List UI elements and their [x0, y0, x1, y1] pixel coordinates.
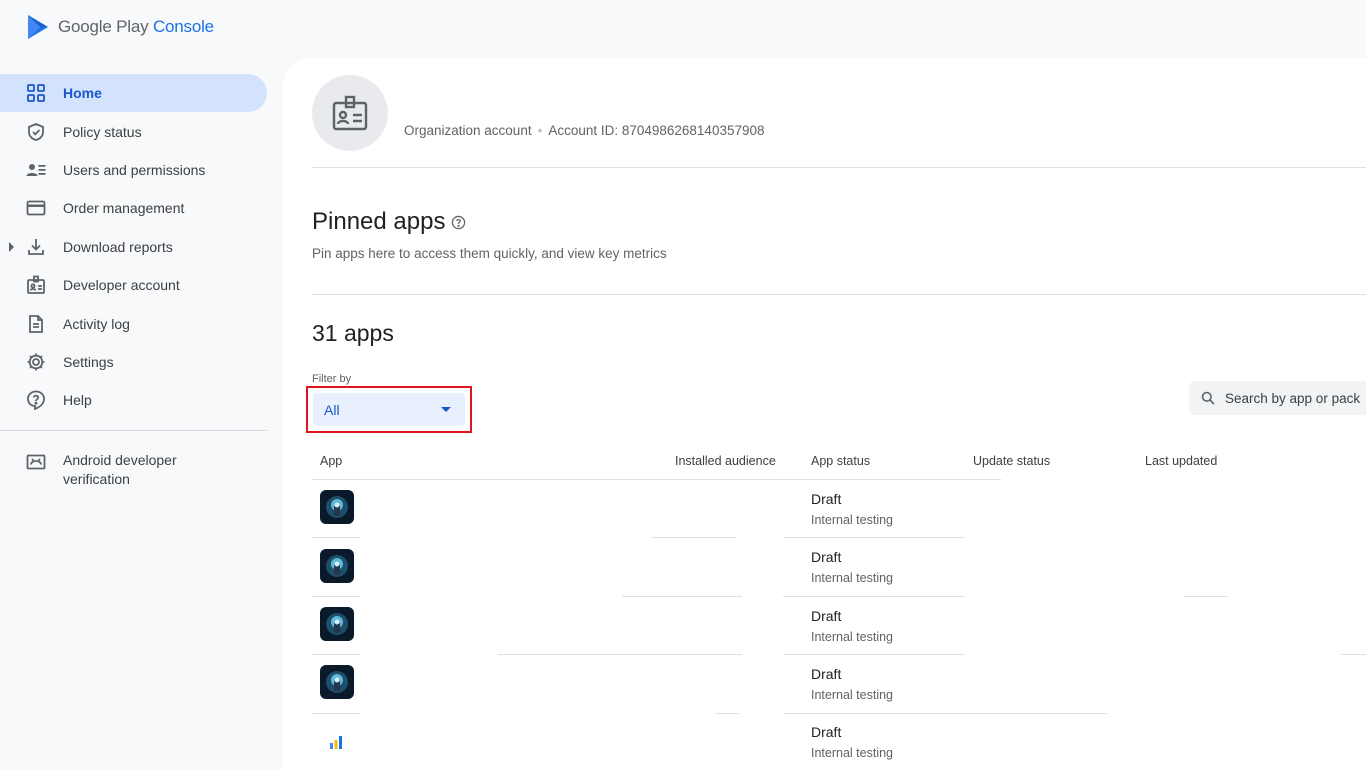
- dark-app-icon: [320, 607, 354, 641]
- sidebar-item-label: Developer account: [63, 277, 180, 294]
- shield-icon: [25, 121, 47, 143]
- bar-chart-app-icon: [320, 724, 354, 758]
- divider: [312, 294, 1366, 295]
- sidebar-item-download-reports[interactable]: Download reports: [0, 228, 267, 266]
- account-info: Organization account • Account ID: 8704986…: [404, 123, 765, 138]
- sidebar-divider: [0, 429, 267, 431]
- table-divider: [312, 537, 360, 538]
- download-icon: [25, 236, 47, 258]
- sidebar-item-label: Policy status: [63, 123, 142, 140]
- play-logo-icon: [28, 15, 48, 39]
- sidebar: Home Policy status Users and permissions…: [0, 74, 283, 493]
- table-divider: [312, 479, 1001, 480]
- table-divider: [783, 596, 965, 597]
- search-icon: [1201, 391, 1215, 405]
- sidebar-item-label: Order management: [63, 200, 185, 217]
- sidebar-item-label: Android developer verification: [63, 451, 177, 487]
- apps-count-heading: 31 apps: [312, 320, 394, 346]
- app-substatus: Internal testing: [811, 630, 893, 644]
- sidebar-item-label: Users and permissions: [63, 161, 206, 178]
- play-console-logo[interactable]: Google Play Console: [26, 14, 214, 40]
- pinned-apps-subtitle: Pin apps here to access them quickly, an…: [312, 246, 667, 261]
- table-divider: [1341, 654, 1366, 655]
- sidebar-item-settings[interactable]: Settings: [0, 343, 267, 381]
- filter-label: Filter by: [312, 373, 352, 385]
- table-divider: [498, 654, 742, 655]
- filter-highlight-box: All: [306, 386, 472, 433]
- table-divider: [783, 713, 1107, 714]
- search-input[interactable]: [1225, 390, 1366, 406]
- verification-card-icon: [25, 451, 47, 473]
- divider: [312, 167, 1366, 168]
- column-header-app[interactable]: App: [320, 454, 342, 468]
- app-status: Draft: [811, 724, 842, 740]
- table-divider: [783, 537, 965, 538]
- help-circle-icon[interactable]: [451, 215, 466, 230]
- column-header-update-status[interactable]: Update status: [973, 454, 1050, 468]
- document-icon: [25, 313, 47, 335]
- table-divider: [622, 596, 742, 597]
- sidebar-item-label: Settings: [63, 353, 114, 370]
- badge-icon: [25, 274, 47, 296]
- table-divider: [312, 596, 360, 597]
- dashboard-grid-icon: [25, 82, 47, 104]
- app-substatus: Internal testing: [811, 513, 893, 527]
- users-list-icon: [25, 159, 47, 181]
- filter-selected-value: All: [324, 402, 340, 418]
- sidebar-item-label: Download reports: [63, 238, 173, 255]
- expand-caret-icon[interactable]: [9, 241, 14, 252]
- column-header-installed-audience[interactable]: Installed audience: [675, 454, 776, 468]
- column-header-app-status[interactable]: App status: [811, 454, 870, 468]
- table-divider: [783, 654, 965, 655]
- dark-app-icon: [320, 490, 354, 524]
- app-substatus: Internal testing: [811, 571, 893, 585]
- sidebar-item-users-and-permissions[interactable]: Users and permissions: [0, 151, 267, 189]
- sidebar-item-label: Home: [63, 85, 102, 102]
- sidebar-item-policy-status[interactable]: Policy status: [0, 112, 267, 150]
- filter-dropdown[interactable]: All: [313, 393, 465, 426]
- pinned-apps-heading: Pinned apps: [312, 208, 466, 236]
- search-box[interactable]: [1189, 381, 1366, 415]
- main-content: Organization account • Account ID: 8704986…: [283, 58, 1366, 769]
- table-divider: [651, 537, 737, 538]
- gear-icon: [25, 351, 47, 373]
- app-status: Draft: [811, 666, 842, 682]
- sidebar-item-android-developer-verification[interactable]: Android developer verification: [0, 445, 267, 493]
- sidebar-item-activity-log[interactable]: Activity log: [0, 304, 267, 342]
- sidebar-item-label: Help: [63, 392, 92, 409]
- app-substatus: Internal testing: [811, 746, 893, 760]
- sidebar-item-order-management[interactable]: Order management: [0, 189, 267, 227]
- app-status: Draft: [811, 608, 842, 624]
- dark-app-icon: [320, 549, 354, 583]
- top-bar: Google Play Console: [0, 0, 1366, 58]
- app-status: Draft: [811, 491, 842, 507]
- table-divider: [715, 713, 739, 714]
- account-id: Account ID: 8704986268140357908: [548, 123, 765, 138]
- help-icon: [25, 389, 47, 411]
- sidebar-item-label: Activity log: [63, 315, 130, 332]
- sidebar-item-developer-account[interactable]: Developer account: [0, 266, 267, 304]
- dark-app-icon: [320, 665, 354, 699]
- brand-name: Google Play Console: [58, 17, 214, 36]
- app-status: Draft: [811, 549, 842, 565]
- badge-icon: [332, 95, 368, 131]
- app-substatus: Internal testing: [811, 688, 893, 702]
- account-type: Organization account: [404, 123, 532, 138]
- sidebar-item-home[interactable]: Home: [0, 74, 267, 113]
- credit-card-icon: [25, 197, 47, 219]
- table-divider: [1184, 596, 1228, 597]
- column-header-last-updated[interactable]: Last updated: [1145, 454, 1217, 468]
- account-avatar: [312, 75, 388, 151]
- dropdown-arrow-icon: [441, 407, 451, 412]
- sidebar-item-help[interactable]: Help: [0, 381, 267, 419]
- table-divider: [312, 713, 360, 714]
- table-divider: [312, 654, 360, 655]
